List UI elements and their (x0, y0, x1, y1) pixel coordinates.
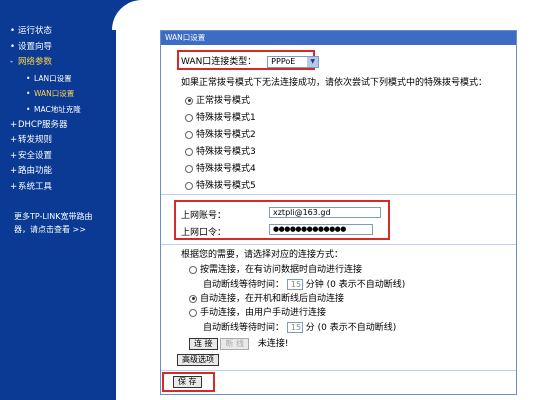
conn-type-label: WAN口连接类型： (181, 57, 257, 67)
dial-mode-2[interactable]: 特殊拨号模式2 (185, 127, 256, 140)
divider (161, 370, 516, 371)
sidebar-nav: • 运行状态 • 设置向导 - 网络参数 • LAN口设置 • WAN口设置 • MAC地址… (0, 24, 116, 196)
conn-type-row: WAN口连接类型： PPPoE ▼ (181, 54, 320, 68)
password-row: 上网口令： (181, 225, 226, 238)
account-input[interactable]: xztpli@163.gd (269, 207, 381, 218)
sidebar: • 运行状态 • 设置向导 - 网络参数 • LAN口设置 • WAN口设置 • MAC地址… (0, 0, 116, 400)
save-button[interactable]: 保 存 (173, 376, 202, 388)
sidebar-item-security[interactable]: +安全设置 (0, 149, 116, 165)
advanced-row: 高级选项 (177, 354, 219, 366)
connect-row: 连 接 断 线 未连接! (189, 336, 288, 350)
sidebar-item-wan[interactable]: • WAN口设置 (0, 86, 116, 102)
radio-icon (189, 294, 197, 303)
conn-mode-hint: 根据您的需要，请选择对应的连接方式： (181, 250, 344, 260)
idle-time-row-2: 自动断线等待时间： 15 分 (0 表示不自动断线) (203, 322, 397, 333)
sidebar-item-mac-clone[interactable]: • MAC地址克隆 (0, 102, 116, 118)
dial-mode-5[interactable]: 特殊拨号模式5 (185, 178, 256, 191)
wan-settings-panel: WAN口设置 WAN口连接类型： PPPoE ▼ 如果正常拨号模式下无法连接成功，… (160, 30, 517, 395)
sidebar-item-lan[interactable]: • LAN口设置 (0, 71, 116, 87)
sidebar-item-system-tools[interactable]: +系统工具 (0, 180, 116, 196)
panel-title: WAN口设置 (161, 31, 516, 45)
connect-button[interactable]: 连 接 (189, 337, 218, 350)
sidebar-item-forwarding[interactable]: +转发规则 (0, 133, 116, 149)
sidebar-curve (112, 0, 142, 30)
disconnect-button[interactable]: 断 线 (220, 337, 249, 350)
sidebar-item-routing[interactable]: +路由功能 (0, 164, 116, 180)
idle-time-row-1: 自动断线等待时间： 15 分钟 (0 表示不自动断线) (203, 279, 406, 290)
radio-icon (185, 181, 193, 190)
radio-icon (185, 96, 193, 105)
promo-link[interactable]: 更多TP-LINK宽带路由 器，请点击查看 >> (14, 210, 112, 236)
connection-status: 未连接! (257, 339, 289, 349)
radio-icon (189, 265, 197, 274)
save-row: 保 存 (173, 376, 202, 388)
radio-icon (189, 308, 197, 317)
dial-mode-1[interactable]: 特殊拨号模式1 (185, 110, 256, 123)
radio-icon (185, 164, 193, 173)
advanced-options-button[interactable]: 高级选项 (177, 354, 219, 366)
auto-connect-option[interactable]: 自动连接，在开机和断线后自动连接 (189, 291, 344, 304)
dial-mode-0[interactable]: 正常拨号模式 (185, 93, 250, 106)
radio-icon (185, 147, 193, 156)
divider (161, 244, 516, 245)
radio-icon (185, 130, 193, 139)
idle-time-input-1[interactable]: 15 (286, 279, 303, 290)
account-row: 上网账号： (181, 208, 226, 221)
dial-mode-4[interactable]: 特殊拨号模式4 (185, 161, 256, 174)
idle-time-input-2[interactable]: 15 (286, 322, 303, 333)
dial-mode-3[interactable]: 特殊拨号模式3 (185, 144, 256, 157)
sidebar-item-dhcp[interactable]: +DHCP服务器 (0, 118, 116, 134)
sidebar-item-status[interactable]: • 运行状态 (0, 24, 116, 40)
sidebar-item-wizard[interactable]: • 设置向导 (0, 40, 116, 56)
conn-type-select[interactable]: PPPoE ▼ (267, 55, 320, 68)
promo-line-2: 器，请点击查看 >> (14, 225, 86, 234)
manual-connect-option[interactable]: 手动连接，由用户手动进行连接 (189, 305, 326, 318)
on-demand-option[interactable]: 按需连接，在有访问数据时自动进行连接 (189, 262, 362, 275)
promo-line-1: 更多TP-LINK宽带路由 (14, 212, 93, 221)
account-label: 上网账号： (181, 211, 227, 221)
radio-icon (185, 113, 193, 122)
dial-hint: 如果正常拨号模式下无法连接成功，请依次尝试下列模式中的特殊拨号模式： (181, 78, 488, 88)
password-input[interactable]: ●●●●●●●●●●●●● (269, 224, 373, 235)
password-label: 上网口令： (181, 228, 227, 238)
sidebar-item-network[interactable]: - 网络参数 (0, 55, 116, 71)
divider (161, 194, 516, 195)
chevron-down-icon: ▼ (307, 56, 319, 67)
